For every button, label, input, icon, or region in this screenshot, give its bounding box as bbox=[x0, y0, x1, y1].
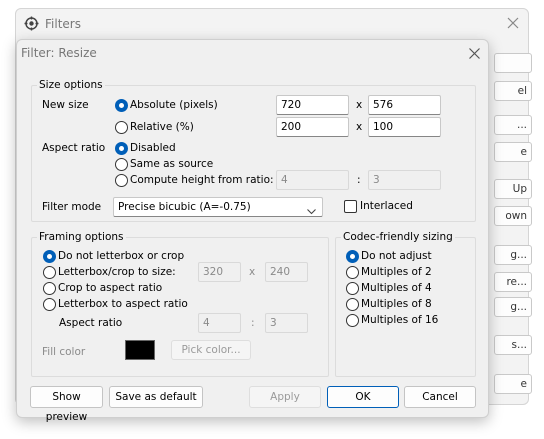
codec-option-label[interactable]: Do not adjust bbox=[361, 248, 432, 264]
framing-aspect-label: Aspect ratio bbox=[59, 317, 123, 329]
ratio-b-field[interactable]: 3 bbox=[368, 170, 441, 190]
bg-side-button[interactable]: el bbox=[494, 81, 532, 101]
framing-options-group: Framing options Do not letterbox or crop… bbox=[31, 230, 329, 377]
framing-ar-a-field[interactable]: 4 bbox=[198, 313, 241, 333]
bg-side-button[interactable]: own bbox=[494, 206, 532, 226]
abs-height-field[interactable]: 576 bbox=[368, 95, 441, 115]
filter-mode-label: Filter mode bbox=[42, 201, 102, 213]
size-options-label: Size options bbox=[37, 78, 105, 92]
framing-ar-b-field[interactable]: 3 bbox=[265, 313, 308, 333]
letterbox-aspect-radio[interactable] bbox=[43, 298, 56, 311]
absolute-radio[interactable] bbox=[115, 99, 128, 112]
x-separator: x bbox=[356, 121, 363, 133]
ratio-a-field[interactable]: 4 bbox=[276, 170, 349, 190]
filters-window-title: Filters bbox=[45, 17, 81, 31]
relative-radio[interactable] bbox=[115, 121, 128, 134]
filter-mode-dropdown[interactable]: Precise bicubic (A=-0.75) bbox=[113, 197, 323, 217]
codec-sizing-group: Codec-friendly sizing Do not adjust Mult… bbox=[335, 230, 476, 377]
codec-option-label[interactable]: Multiples of 2 bbox=[361, 264, 432, 280]
chevron-down-icon bbox=[307, 203, 316, 215]
codec-option-label[interactable]: Multiples of 16 bbox=[361, 312, 438, 328]
ar-same-radio[interactable] bbox=[115, 158, 128, 171]
crop-aspect-label[interactable]: Crop to aspect ratio bbox=[58, 280, 162, 296]
ok-button[interactable]: OK bbox=[327, 386, 399, 408]
pick-color-button[interactable]: Pick color... bbox=[171, 340, 251, 360]
crop-aspect-radio[interactable] bbox=[43, 282, 56, 295]
lb-width-field[interactable]: 320 bbox=[198, 262, 241, 282]
framing-options-label: Framing options bbox=[37, 230, 126, 244]
letterbox-crop-label[interactable]: Letterbox/crop to size: bbox=[58, 264, 176, 280]
close-icon[interactable] bbox=[468, 47, 481, 60]
codec-option-radio[interactable] bbox=[346, 282, 359, 295]
rel-width-field[interactable]: 200 bbox=[276, 117, 349, 137]
letterbox-aspect-label[interactable]: Letterbox to aspect ratio bbox=[58, 296, 188, 312]
codec-option-label[interactable]: Multiples of 4 bbox=[361, 280, 432, 296]
bg-side-button[interactable]: e bbox=[494, 142, 532, 162]
interlaced-checkbox[interactable] bbox=[344, 200, 357, 213]
show-preview-button[interactable]: Show preview bbox=[30, 386, 103, 423]
filters-app-icon bbox=[24, 16, 39, 31]
rel-height-field[interactable]: 100 bbox=[368, 117, 441, 137]
ar-same-label[interactable]: Same as source bbox=[130, 156, 213, 172]
no-letterbox-label[interactable]: Do not letterbox or crop bbox=[58, 248, 184, 264]
framing-colon: : bbox=[251, 317, 255, 329]
relative-label[interactable]: Relative (%) bbox=[130, 119, 194, 135]
bg-side-button[interactable] bbox=[494, 53, 532, 73]
codec-option-radio[interactable] bbox=[346, 250, 359, 263]
bg-side-button[interactable]: Up bbox=[494, 179, 532, 199]
resize-dialog: Filter: Resize Size options New size Abs… bbox=[16, 39, 489, 423]
bg-side-button[interactable]: s... bbox=[494, 335, 532, 355]
apply-button[interactable]: Apply bbox=[249, 386, 321, 408]
filter-mode-value: Precise bicubic (A=-0.75) bbox=[118, 201, 251, 213]
bg-side-button[interactable]: ... bbox=[494, 115, 532, 135]
new-size-label: New size bbox=[42, 99, 89, 111]
ar-disabled-radio[interactable] bbox=[115, 142, 128, 155]
bg-side-button[interactable]: e bbox=[494, 374, 532, 394]
x-separator: x bbox=[356, 99, 363, 111]
dialog-title: Filter: Resize bbox=[21, 46, 97, 60]
letterbox-crop-radio[interactable] bbox=[43, 266, 56, 279]
lb-x-separator: x bbox=[249, 266, 256, 278]
lb-height-field[interactable]: 240 bbox=[265, 262, 308, 282]
abs-width-field[interactable]: 720 bbox=[276, 95, 349, 115]
size-options-group: Size options New size Absolute (pixels) … bbox=[31, 78, 476, 222]
ar-disabled-label[interactable]: Disabled bbox=[130, 140, 176, 156]
save-default-button[interactable]: Save as default bbox=[109, 386, 203, 408]
ratio-colon: : bbox=[357, 174, 361, 186]
interlaced-label[interactable]: Interlaced bbox=[360, 198, 413, 214]
codec-option-label[interactable]: Multiples of 8 bbox=[361, 296, 432, 312]
ar-compute-radio[interactable] bbox=[115, 174, 128, 187]
bg-side-button[interactable]: g... bbox=[494, 245, 532, 265]
codec-option-radio[interactable] bbox=[346, 298, 359, 311]
close-icon[interactable] bbox=[506, 16, 520, 30]
codec-option-radio[interactable] bbox=[346, 314, 359, 327]
cancel-button[interactable]: Cancel bbox=[404, 386, 476, 408]
absolute-label[interactable]: Absolute (pixels) bbox=[130, 97, 218, 113]
codec-sizing-label: Codec-friendly sizing bbox=[341, 230, 455, 244]
ar-compute-label[interactable]: Compute height from ratio: bbox=[130, 172, 274, 188]
codec-option-radio[interactable] bbox=[346, 266, 359, 279]
fill-color-swatch[interactable] bbox=[125, 340, 155, 360]
aspect-ratio-label: Aspect ratio bbox=[42, 142, 106, 154]
no-letterbox-radio[interactable] bbox=[43, 250, 56, 263]
fill-color-label: Fill color bbox=[42, 346, 86, 358]
bg-side-button[interactable]: re... bbox=[494, 272, 532, 292]
bg-side-button[interactable]: g... bbox=[494, 297, 532, 317]
